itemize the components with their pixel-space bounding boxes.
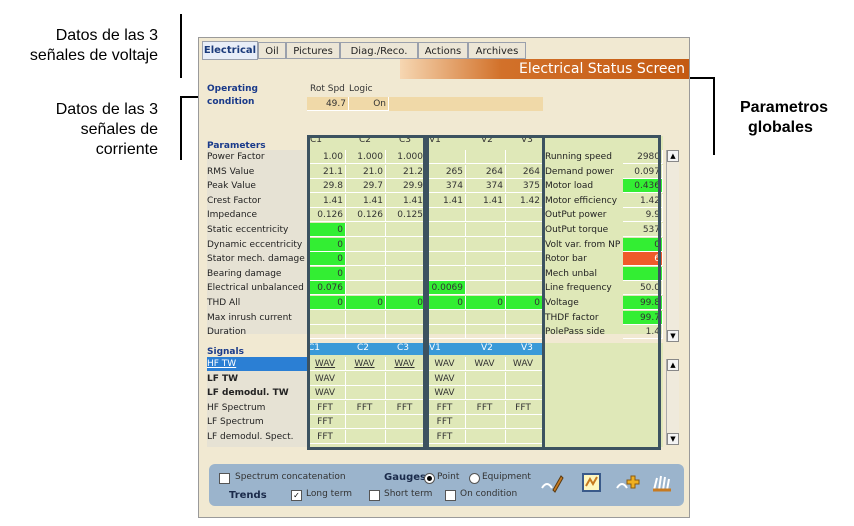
- add-curve-icon[interactable]: [614, 470, 640, 496]
- annotation-current: Datos de las 3 señales de corriente: [3, 100, 158, 160]
- hand-tool-icon[interactable]: [649, 470, 675, 496]
- callout-line: [180, 14, 182, 78]
- annotation-current-line2: señales de: [80, 121, 158, 138]
- trends-label: Trends: [229, 490, 267, 501]
- callout-line: [180, 96, 182, 160]
- signals-heading: Signals: [207, 347, 244, 357]
- options-panel: Spectrum concatenation Gauges Point Equi…: [209, 464, 684, 506]
- signal-label[interactable]: HF Spectrum: [207, 401, 307, 415]
- parameter-label: Impedance: [207, 210, 258, 220]
- pen-tool-icon[interactable]: [539, 470, 565, 496]
- annotation-global-line2: globales: [748, 119, 813, 136]
- operating-label: Operating: [207, 84, 258, 94]
- callout-line: [713, 77, 715, 155]
- parameter-label: Stator mech. damage: [207, 254, 305, 264]
- equipment-label: Equipment: [482, 472, 531, 482]
- rot-spd-header: Rot Spd: [310, 84, 345, 94]
- signal-label[interactable]: LF demodul. TW: [207, 386, 307, 400]
- condition-label: condition: [207, 97, 255, 107]
- spectrum-concat-label: Spectrum concatenation: [235, 472, 346, 482]
- signal-label[interactable]: LF demodul. Spect.: [207, 430, 307, 444]
- long-term-label: Long term: [306, 489, 353, 499]
- parameter-label: Bearing damage: [207, 269, 282, 279]
- tab-pictures[interactable]: Pictures: [286, 42, 340, 59]
- annotation-voltage: Datos de las 3 señales de voltaje: [3, 26, 158, 66]
- parameter-label: Peak Value: [207, 181, 256, 191]
- scroll-down-icon[interactable]: ▼: [667, 330, 679, 342]
- rot-spd-value: 49.7: [307, 97, 349, 111]
- parameter-label: RMS Value: [207, 167, 255, 177]
- point-label: Point: [437, 472, 460, 482]
- parameter-label: Max inrush current: [207, 313, 292, 323]
- parameter-label: Electrical unbalanced: [207, 283, 304, 293]
- long-term-checkbox[interactable]: ✓: [291, 490, 302, 501]
- annotation-global: Parametros globales: [740, 98, 828, 138]
- chart-window-icon[interactable]: [579, 470, 605, 496]
- logic-value: On: [349, 97, 389, 111]
- tab-archives[interactable]: Archives: [468, 42, 526, 59]
- logic-header: Logic: [349, 84, 373, 94]
- gauges-label: Gauges: [384, 472, 426, 483]
- parameter-label: Duration: [207, 327, 247, 337]
- scroll-up-icon[interactable]: ▲: [667, 359, 679, 371]
- scroll-up-icon[interactable]: ▲: [667, 150, 679, 162]
- annotation-voltage-line1: Datos de las 3: [55, 27, 158, 44]
- tab-diag-reco[interactable]: Diag./Reco.: [340, 42, 418, 59]
- current-signals-box: [307, 135, 426, 450]
- tab-oil[interactable]: Oil: [258, 42, 286, 59]
- annotation-current-line1: Datos de las 3: [55, 101, 158, 118]
- annotation-voltage-line2: señales de voltaje: [29, 47, 158, 64]
- parameter-label: Crest Factor: [207, 196, 261, 206]
- parameter-label: Power Factor: [207, 152, 265, 162]
- voltage-signals-box: [426, 135, 545, 450]
- signals-scrollbar[interactable]: ▲ ▼: [666, 359, 679, 445]
- point-radio[interactable]: [424, 473, 435, 484]
- equipment-radio[interactable]: [469, 473, 480, 484]
- scroll-down-icon[interactable]: ▼: [667, 433, 679, 445]
- spectrum-concat-checkbox[interactable]: [219, 473, 230, 484]
- global-parameters-box: [542, 135, 661, 450]
- annotation-current-line3: corriente: [95, 141, 158, 158]
- signal-label[interactable]: LF Spectrum: [207, 415, 307, 429]
- page-title: Electrical Status Screen: [400, 59, 689, 79]
- electrical-status-window: Electrical Oil Pictures Diag./Reco. Acti…: [198, 37, 690, 518]
- short-term-label: Short term: [384, 489, 433, 499]
- annotation-global-line1: Parametros: [740, 99, 829, 116]
- parameter-label: Static eccentricity: [207, 225, 289, 235]
- tab-electrical[interactable]: Electrical: [202, 41, 258, 60]
- on-condition-label: On condition: [460, 489, 518, 499]
- global-scrollbar[interactable]: ▲ ▼: [666, 150, 679, 342]
- signal-label[interactable]: HF TW: [207, 357, 307, 371]
- signal-label[interactable]: LF TW: [207, 372, 307, 386]
- tab-actions[interactable]: Actions: [418, 42, 468, 59]
- parameter-label: Dynamic eccentricity: [207, 240, 303, 250]
- parameter-label: THD All: [207, 298, 241, 308]
- short-term-checkbox[interactable]: [369, 490, 380, 501]
- on-condition-checkbox[interactable]: [445, 490, 456, 501]
